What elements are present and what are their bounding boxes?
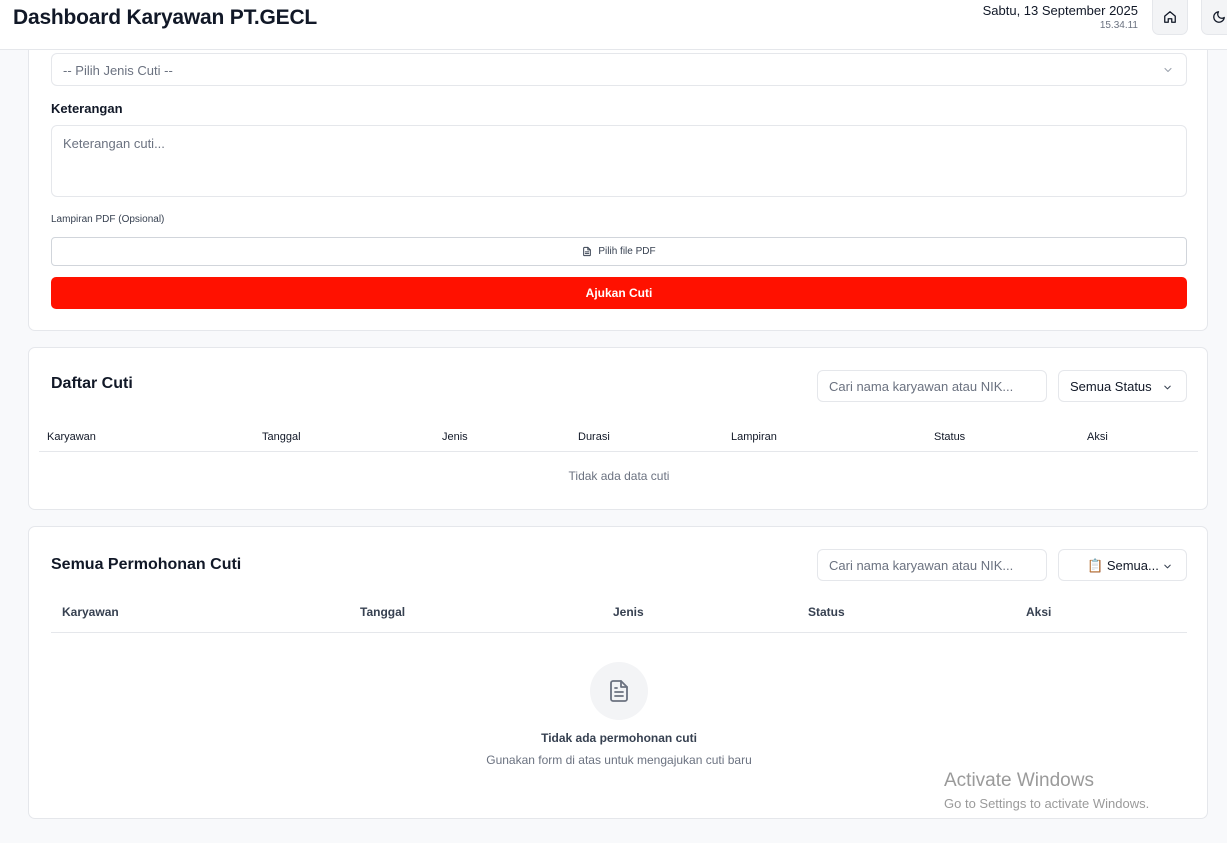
daftar-cuti-search-input[interactable]: Cari nama karyawan atau NIK... <box>817 370 1047 402</box>
jenis-cuti-placeholder: -- Pilih Jenis Cuti -- <box>63 63 173 78</box>
keterangan-placeholder: Keterangan cuti... <box>63 136 165 151</box>
ajukan-cuti-button[interactable]: Ajukan Cuti <box>51 277 1187 309</box>
empty-state-title: Tidak ada permohonan cuti <box>541 731 697 745</box>
chevron-down-icon <box>1164 67 1172 73</box>
column-header: Tanggal <box>360 605 406 619</box>
status-select-value: 📋 Semua... <box>1087 558 1159 574</box>
column-header: Status <box>808 605 845 619</box>
top-bar: Dashboard Karyawan PT.GECL Sabtu, 13 Sep… <box>0 0 1227 50</box>
chevron-down-icon <box>1164 385 1171 390</box>
column-header: Status <box>934 431 966 443</box>
watermark-subtitle: Go to Settings to activate Windows. <box>944 796 1150 811</box>
status-select-label: Semua... <box>1106 558 1159 573</box>
file-icon <box>583 246 592 257</box>
keterangan-label: Keterangan <box>51 101 123 116</box>
daftar-cuti-title: Daftar Cuti <box>51 375 133 392</box>
clipboard-icon: 📋 <box>1087 558 1104 573</box>
chevron-down-icon <box>1164 564 1171 569</box>
date-time: Sabtu, 13 September 2025 15.34.11 <box>983 3 1138 33</box>
column-header: Lampiran <box>731 431 777 443</box>
semua-permohonan-status-select[interactable]: 📋 Semua... <box>1058 549 1187 581</box>
document-icon <box>610 680 628 702</box>
moon-icon <box>1213 11 1225 23</box>
leave-form-card: -- Pilih Jenis Cuti -- Keterangan Ketera… <box>28 36 1208 331</box>
current-time: 15.34.11 <box>1099 20 1138 31</box>
column-header: Jenis <box>613 605 644 619</box>
column-header: Tanggal <box>262 431 301 443</box>
semua-permohonan-search-input[interactable]: Cari nama karyawan atau NIK... <box>817 549 1047 581</box>
empty-state-illustration <box>590 662 648 720</box>
column-header: Aksi <box>1087 431 1108 443</box>
status-select-value: Semua Status <box>1070 379 1152 394</box>
empty-state-text: Tidak ada data cuti <box>568 469 670 483</box>
lampiran-pdf-label: Lampiran PDF (Opsional) <box>51 214 165 225</box>
daftar-cuti-status-select[interactable]: Semua Status <box>1058 370 1187 402</box>
search-placeholder: Cari nama karyawan atau NIK... <box>829 379 1014 394</box>
app-title: Dashboard Karyawan PT.GECL <box>13 6 318 29</box>
home-button[interactable] <box>1152 0 1188 35</box>
jenis-cuti-select[interactable]: -- Pilih Jenis Cuti -- <box>51 53 1187 86</box>
theme-toggle-button[interactable] <box>1201 0 1227 35</box>
choose-pdf-button[interactable]: Pilih file PDF <box>51 237 1187 266</box>
column-header: Durasi <box>578 431 610 443</box>
table-divider <box>39 451 1198 452</box>
column-header: Aksi <box>1026 605 1052 619</box>
semua-permohonan-title: Semua Permohonan Cuti <box>51 556 242 573</box>
column-header: Jenis <box>442 431 468 443</box>
current-date: Sabtu, 13 September 2025 <box>982 3 1138 18</box>
watermark-title: Activate Windows <box>944 770 1094 791</box>
daftar-cuti-card: Daftar Cuti Cari nama karyawan atau NIK.… <box>28 347 1208 510</box>
table-divider <box>51 632 1187 633</box>
keterangan-textarea[interactable]: Keterangan cuti... <box>51 125 1187 197</box>
column-header: Karyawan <box>62 605 119 619</box>
column-header: Karyawan <box>47 431 96 443</box>
search-placeholder: Cari nama karyawan atau NIK... <box>829 558 1014 573</box>
home-icon <box>1164 11 1176 23</box>
choose-pdf-label: Pilih file PDF <box>598 246 656 257</box>
activate-windows-watermark: Activate Windows Go to Settings to activ… <box>944 769 1149 813</box>
empty-state-subtitle: Gunakan form di atas untuk mengajukan cu… <box>486 753 752 767</box>
